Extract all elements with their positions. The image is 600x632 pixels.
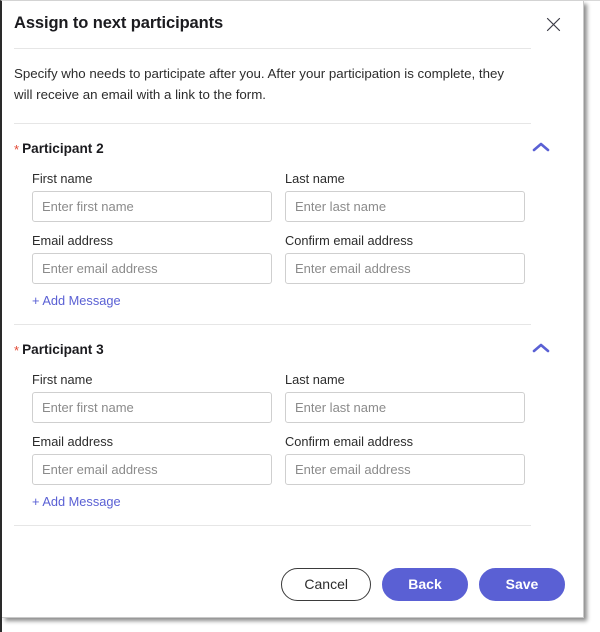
email-field-row: Email address Confirm email address <box>32 434 583 485</box>
footer-divider <box>14 525 531 526</box>
window-frame: Assign to next participants Specify who … <box>0 0 600 632</box>
assign-participants-dialog: Assign to next participants Specify who … <box>2 1 584 618</box>
dialog-footer: Cancel Back Save <box>2 551 583 617</box>
name-field-row: First name Last name <box>32 171 583 222</box>
chevron-up-icon[interactable] <box>529 336 553 360</box>
first-name-label: First name <box>32 171 93 186</box>
header-divider <box>14 48 531 49</box>
confirm-email-input[interactable] <box>285 454 525 485</box>
participant-section-2: * Participant 2 First name Last name <box>2 124 583 325</box>
email-field-group: Email address <box>32 434 272 485</box>
last-name-input[interactable] <box>285 392 525 423</box>
first-name-field-group: First name <box>32 372 272 423</box>
cancel-button[interactable]: Cancel <box>281 567 371 601</box>
last-name-label: Last name <box>285 171 345 186</box>
dialog-header: Assign to next participants <box>2 1 583 48</box>
last-name-field-group: Last name <box>285 171 525 222</box>
add-message-link[interactable]: + Add Message <box>32 293 121 308</box>
email-field-group: Email address <box>32 233 272 284</box>
close-icon[interactable] <box>543 14 563 34</box>
add-message-link[interactable]: + Add Message <box>32 494 121 509</box>
section-header-participant-2: * Participant 2 <box>14 136 563 160</box>
confirm-email-label: Confirm email address <box>285 434 414 449</box>
email-label: Email address <box>32 434 114 449</box>
email-field-row: Email address Confirm email address <box>32 233 583 284</box>
first-name-label: First name <box>32 372 93 387</box>
section-title: Participant 3 <box>22 341 104 357</box>
save-button[interactable]: Save <box>479 567 565 601</box>
required-asterisk: * <box>14 141 20 157</box>
confirm-email-label: Confirm email address <box>285 233 414 248</box>
email-input[interactable] <box>32 253 272 284</box>
last-name-label: Last name <box>285 372 345 387</box>
confirm-email-field-group: Confirm email address <box>285 434 525 485</box>
last-name-field-group: Last name <box>285 372 525 423</box>
dialog-body: * Participant 2 First name Last name <box>2 124 583 551</box>
confirm-email-input[interactable] <box>285 253 525 284</box>
section-title: Participant 2 <box>22 140 104 156</box>
chevron-up-icon[interactable] <box>529 135 553 159</box>
back-button[interactable]: Back <box>382 567 468 601</box>
section-header-participant-3: * Participant 3 <box>14 337 563 361</box>
last-name-input[interactable] <box>285 191 525 222</box>
required-asterisk: * <box>14 342 20 358</box>
email-label: Email address <box>32 233 114 248</box>
name-field-row: First name Last name <box>32 372 583 423</box>
dialog-description: Specify who needs to participate after y… <box>14 66 505 102</box>
first-name-input[interactable] <box>32 392 272 423</box>
first-name-field-group: First name <box>32 171 272 222</box>
confirm-email-field-group: Confirm email address <box>285 233 525 284</box>
participant-section-3: * Participant 3 First name Last name <box>2 325 583 526</box>
first-name-input[interactable] <box>32 191 272 222</box>
email-input[interactable] <box>32 454 272 485</box>
page-title: Assign to next participants <box>14 14 224 32</box>
